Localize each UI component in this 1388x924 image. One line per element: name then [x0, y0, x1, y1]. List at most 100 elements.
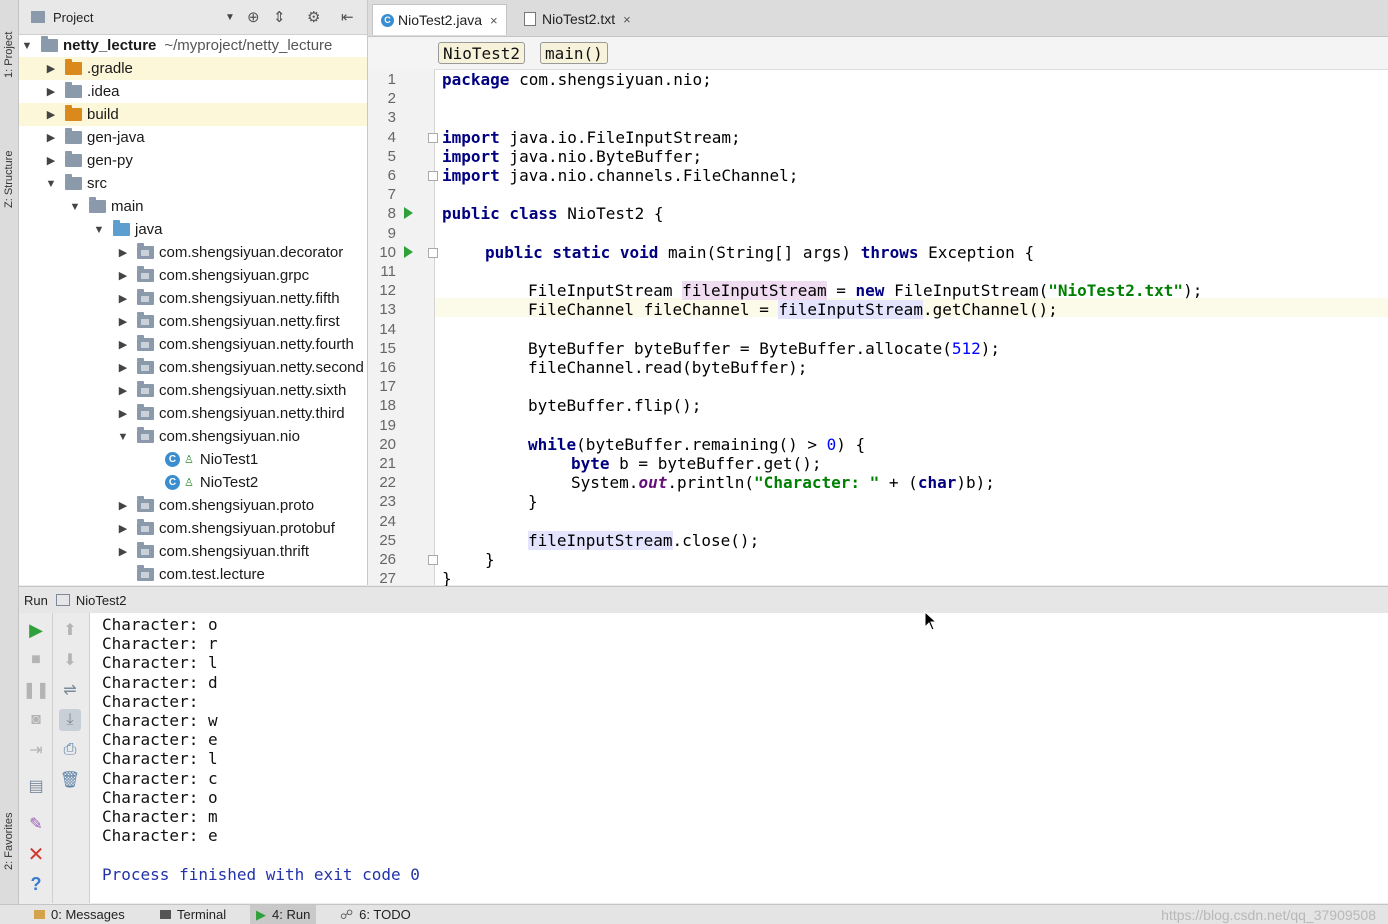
tree-item[interactable]: ▼ main	[19, 195, 367, 218]
package-icon	[137, 289, 154, 305]
collapsed-arrow-icon[interactable]: ▶	[117, 522, 129, 535]
line-number: 3	[387, 109, 396, 127]
close-icon[interactable]: ✕	[25, 843, 47, 866]
favorites-tool-tab[interactable]: 2: Favorites	[0, 790, 18, 870]
arrow-down-icon[interactable]: ⬇	[59, 649, 81, 671]
expand-arrow-icon[interactable]: ▼	[69, 201, 81, 213]
collapsed-arrow-icon[interactable]: ▶	[117, 315, 129, 328]
help-icon[interactable]: ?	[25, 873, 47, 895]
tree-item[interactable]: ▶ gen-java	[19, 126, 367, 149]
tree-root[interactable]: ▼ netty_lecture ~/myproject/netty_lectur…	[19, 34, 367, 57]
camera-icon[interactable]: ◙	[25, 709, 47, 731]
tree-item-label: main	[111, 198, 144, 215]
collapsed-arrow-icon[interactable]: ▶	[117, 545, 129, 558]
collapsed-arrow-icon[interactable]: ▶	[117, 384, 129, 397]
expand-arrow-icon[interactable]: ▼	[45, 178, 57, 190]
code-keyword: package	[442, 70, 510, 89]
console-output-line: Character: o	[102, 615, 218, 634]
expand-arrow-icon[interactable]: ▼	[21, 40, 33, 52]
locate-icon[interactable]: ⊕	[247, 8, 260, 26]
tree-item[interactable]: ▶ gen-py	[19, 149, 367, 172]
stop-icon[interactable]: ■	[25, 649, 47, 671]
collapsed-arrow-icon[interactable]: ▶	[117, 499, 129, 512]
collapsed-arrow-icon[interactable]: ▶	[45, 131, 57, 144]
run-console-output[interactable]: Character: o Character: r Character: l Char…	[90, 613, 1388, 903]
tree-item[interactable]: ▶ .gradle	[19, 57, 367, 80]
code-string: "Character: "	[754, 473, 880, 493]
collapsed-arrow-icon[interactable]: ▶	[117, 361, 129, 374]
tab-todo[interactable]: ☍ 6: TODO	[334, 905, 417, 924]
tree-item[interactable]: C ♙ NioTest2	[19, 471, 367, 494]
tab-niotest2-txt[interactable]: NioTest2.txt ×	[516, 4, 639, 34]
breadcrumb-class[interactable]: NioTest2	[438, 42, 526, 64]
tab-terminal[interactable]: Terminal	[154, 905, 232, 924]
scroll-to-end-icon[interactable]: ⤓	[59, 709, 81, 731]
collapsed-arrow-icon[interactable]: ▶	[45, 154, 57, 167]
tree-item[interactable]: com.test.lecture	[19, 563, 367, 585]
expand-arrow-icon[interactable]: ▼	[117, 431, 129, 443]
collapsed-arrow-icon[interactable]: ▶	[45, 108, 57, 121]
collapsed-arrow-icon[interactable]: ▶	[117, 407, 129, 420]
tree-item[interactable]: ▶ build	[19, 103, 367, 126]
tab-label: 0: Messages	[51, 907, 125, 922]
tree-item[interactable]: ▶ com.shengsiyuan.netty.sixth	[19, 379, 367, 402]
code-token: FileChannel fileChannel =	[528, 300, 779, 320]
tree-item[interactable]: ▶ com.shengsiyuan.netty.first	[19, 310, 367, 333]
breadcrumb-method[interactable]: main()	[540, 42, 608, 64]
close-icon[interactable]: ×	[490, 13, 498, 28]
tree-item[interactable]: ▶ com.shengsiyuan.decorator	[19, 241, 367, 264]
print-icon[interactable]: ⎙	[59, 739, 81, 761]
code-token: .close();	[672, 530, 760, 550]
tree-item[interactable]: ▶ .idea	[19, 80, 367, 103]
tree-item[interactable]: ▶ com.shengsiyuan.proto	[19, 494, 367, 517]
run-gutter-icon[interactable]	[404, 207, 413, 220]
collapsed-arrow-icon[interactable]: ▶	[45, 62, 57, 75]
tree-item[interactable]: ▶ com.shengsiyuan.protobuf	[19, 517, 367, 540]
layout-icon[interactable]: ▤	[25, 775, 47, 797]
tab-messages[interactable]: 0: Messages	[28, 905, 131, 924]
tree-item[interactable]: ▼ com.shengsiyuan.nio	[19, 425, 367, 448]
tree-item[interactable]: ▼ java	[19, 218, 367, 241]
tree-item[interactable]: ▶ com.shengsiyuan.netty.second	[19, 356, 367, 379]
expand-arrow-icon[interactable]: ▼	[93, 224, 105, 236]
pin-icon[interactable]: ✎	[25, 813, 47, 835]
collapsed-arrow-icon[interactable]: ▶	[117, 338, 129, 351]
run-config-name[interactable]: NioTest2	[76, 593, 127, 608]
soft-wrap-icon[interactable]: ⇌	[59, 679, 81, 701]
tree-item-label: com.test.lecture	[159, 566, 265, 583]
tab-run[interactable]: ▶ 4: Run	[250, 905, 317, 924]
tree-item[interactable]: ▶ com.shengsiyuan.netty.fourth	[19, 333, 367, 356]
close-icon[interactable]: ×	[623, 12, 631, 27]
fold-marker-icon[interactable]	[428, 247, 438, 258]
arrow-up-icon[interactable]: ⬆	[59, 619, 81, 641]
code-keyword: import	[442, 166, 500, 185]
collapsed-arrow-icon[interactable]: ▶	[45, 85, 57, 98]
pause-icon[interactable]: ❚❚	[23, 679, 50, 701]
tree-item[interactable]: ▶ com.shengsiyuan.netty.fifth	[19, 287, 367, 310]
gear-icon[interactable]: ⚙	[307, 8, 320, 26]
project-view-selector[interactable]: Project	[53, 10, 93, 25]
code-line: ByteBuffer byteBuffer = ByteBuffer.alloc…	[528, 339, 1000, 358]
tab-niotest2-java[interactable]: C NioTest2.java ×	[372, 4, 507, 35]
project-tool-tab[interactable]: 1: Project	[0, 8, 18, 78]
collapsed-arrow-icon[interactable]: ▶	[117, 246, 129, 259]
code-line: byte b = byteBuffer.get();	[571, 454, 821, 473]
tree-item[interactable]: C ♙ NioTest1	[19, 448, 367, 471]
tree-item[interactable]: ▼ src	[19, 172, 367, 195]
rerun-icon[interactable]: ▶	[25, 619, 47, 641]
fold-marker-icon[interactable]	[428, 171, 438, 181]
structure-tool-tab[interactable]: Z: Structure	[0, 118, 18, 208]
run-gutter-icon[interactable]	[404, 245, 413, 258]
fold-marker-icon[interactable]	[428, 132, 438, 143]
fold-marker-icon[interactable]	[428, 555, 438, 565]
tree-item[interactable]: ▶ com.shengsiyuan.thrift	[19, 540, 367, 563]
exit-icon[interactable]: ⇥	[25, 739, 47, 761]
collapsed-arrow-icon[interactable]: ▶	[117, 269, 129, 282]
tree-item[interactable]: ▶ com.shengsiyuan.grpc	[19, 264, 367, 287]
collapse-icon[interactable]: ⇕	[273, 8, 286, 26]
tree-item[interactable]: ▶ com.shengsiyuan.netty.third	[19, 402, 367, 425]
collapsed-arrow-icon[interactable]: ▶	[117, 292, 129, 305]
trash-icon[interactable]: 🗑	[59, 769, 81, 791]
chevron-down-icon[interactable]: ▼	[225, 12, 235, 23]
hide-panel-icon[interactable]: ⇤	[341, 8, 354, 26]
